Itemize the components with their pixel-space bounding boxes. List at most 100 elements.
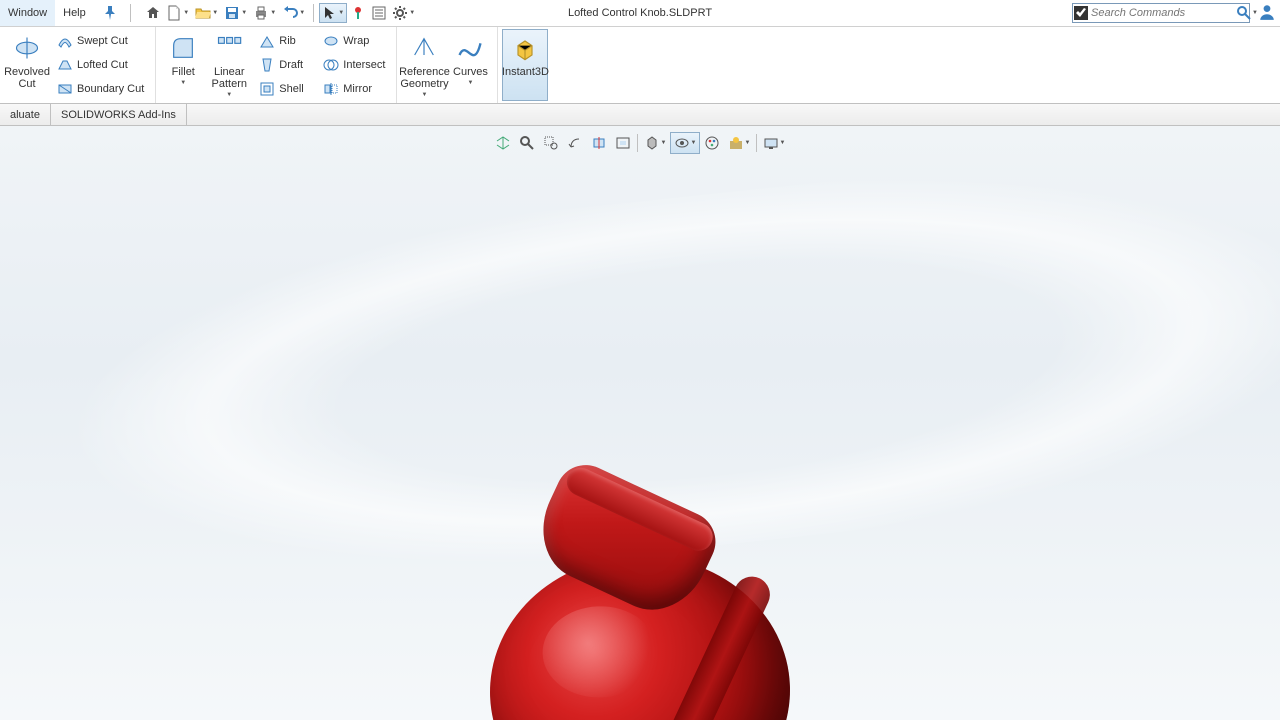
view-settings-icon xyxy=(763,135,779,151)
select-button[interactable]: ▼ xyxy=(319,3,347,23)
lofted-cut-icon xyxy=(57,57,73,73)
menu-help[interactable]: Help xyxy=(55,0,94,26)
new-document-button[interactable]: ▼ xyxy=(164,3,192,23)
draft-button[interactable]: Draft xyxy=(254,54,314,76)
new-document-icon xyxy=(166,5,182,21)
chevron-down-icon: ▼ xyxy=(226,92,232,99)
instant3d-button[interactable]: Instant3D xyxy=(502,29,548,101)
swept-cut-button[interactable]: Swept Cut xyxy=(52,30,149,52)
undo-icon xyxy=(282,5,298,21)
chevron-down-icon: ▼ xyxy=(745,140,751,146)
divider xyxy=(756,134,757,152)
tab-evaluate[interactable]: aluate xyxy=(0,104,51,125)
zoom-to-area-button[interactable] xyxy=(539,132,563,154)
scene-icon xyxy=(728,135,744,151)
chevron-down-icon: ▼ xyxy=(780,140,786,146)
display-style-button[interactable]: ▼ xyxy=(640,132,670,154)
chevron-down-icon: ▼ xyxy=(241,10,247,16)
edit-appearance-button[interactable] xyxy=(700,132,724,154)
chevron-down-icon: ▼ xyxy=(421,92,427,99)
shell-icon xyxy=(259,81,275,97)
save-button[interactable]: ▼ xyxy=(222,3,250,23)
search-input[interactable] xyxy=(1089,4,1236,22)
swept-cut-icon xyxy=(57,33,73,49)
cursor-icon xyxy=(321,5,337,21)
lofted-cut-button[interactable]: Lofted Cut xyxy=(52,54,149,76)
command-manager-tabs: aluate SOLIDWORKS Add-Ins xyxy=(0,104,1280,126)
chevron-down-icon: ▼ xyxy=(183,10,189,16)
quick-access-toolbar: ▼ ▼ ▼ ▼ ▼ ▼ xyxy=(135,0,418,26)
document-title: Lofted Control Knob.SLDPRT xyxy=(568,7,712,19)
curves-icon xyxy=(456,34,484,62)
rib-button[interactable]: Rib xyxy=(254,30,314,52)
linear-pattern-button[interactable]: Linear Pattern ▼ xyxy=(206,29,252,101)
open-button[interactable]: ▼ xyxy=(193,3,221,23)
user-icon xyxy=(1258,3,1276,21)
boundary-cut-button[interactable]: Boundary Cut xyxy=(52,78,149,100)
magnifier-icon xyxy=(519,135,535,151)
menu-window[interactable]: Window xyxy=(0,0,55,26)
boundary-cut-icon xyxy=(57,81,73,97)
fillet-icon xyxy=(169,34,197,62)
rebuild-icon xyxy=(350,5,366,21)
chevron-down-icon: ▼ xyxy=(338,10,344,16)
search-button[interactable] xyxy=(1236,5,1252,21)
tab-solidworks-addins[interactable]: SOLIDWORKS Add-Ins xyxy=(51,104,187,125)
search-scope-icon xyxy=(1073,4,1089,22)
view-orientation-icon xyxy=(495,135,511,151)
annotation-views-icon xyxy=(615,135,631,151)
shell-button[interactable]: Shell xyxy=(254,78,314,100)
chevron-down-icon: ▼ xyxy=(270,10,276,16)
chevron-down-icon: ▼ xyxy=(691,140,697,146)
menu-bar: Window Help ▼ ▼ ▼ ▼ xyxy=(0,0,1280,27)
rebuild-button[interactable] xyxy=(348,3,368,23)
revolved-cut-icon xyxy=(13,34,41,62)
undo-button[interactable]: ▼ xyxy=(280,3,308,23)
search-commands-box[interactable]: ▼ xyxy=(1072,3,1250,23)
instant3d-icon xyxy=(511,34,539,62)
zoom-area-icon xyxy=(543,135,559,151)
apply-scene-button[interactable]: ▼ xyxy=(724,132,754,154)
login-button[interactable] xyxy=(1254,3,1276,24)
mirror-icon xyxy=(323,81,339,97)
view-settings-button[interactable]: ▼ xyxy=(759,132,789,154)
divider xyxy=(130,4,131,22)
view-orientation-button[interactable] xyxy=(491,132,515,154)
section-view-button[interactable] xyxy=(587,132,611,154)
intersect-icon xyxy=(323,57,339,73)
pin-menu-button[interactable] xyxy=(94,0,126,26)
options-button[interactable]: ▼ xyxy=(390,3,418,23)
hide-show-icon xyxy=(674,135,690,151)
open-folder-icon xyxy=(195,5,211,21)
heads-up-view-toolbar: ▼ ▼ ▼ ▼ xyxy=(491,132,789,154)
previous-view-button[interactable] xyxy=(563,132,587,154)
dynamic-annotation-button[interactable] xyxy=(611,132,635,154)
fillet-button[interactable]: Fillet ▼ xyxy=(160,29,206,101)
mirror-button[interactable]: Mirror xyxy=(318,78,390,100)
linear-pattern-icon xyxy=(215,34,243,62)
hide-show-items-button[interactable]: ▼ xyxy=(670,132,700,154)
save-icon xyxy=(224,5,240,21)
pin-icon xyxy=(102,5,118,21)
rib-icon xyxy=(259,33,275,49)
draft-icon xyxy=(259,57,275,73)
chevron-down-icon: ▼ xyxy=(661,140,667,146)
chevron-down-icon: ▼ xyxy=(212,10,218,16)
curves-button[interactable]: Curves ▼ xyxy=(447,29,493,101)
divider xyxy=(313,4,314,22)
intersect-button[interactable]: Intersect xyxy=(318,54,390,76)
gear-icon xyxy=(392,5,408,21)
home-button[interactable] xyxy=(143,3,163,23)
divider xyxy=(637,134,638,152)
reference-geometry-button[interactable]: Reference Geometry ▼ xyxy=(401,29,447,101)
chevron-down-icon: ▼ xyxy=(467,80,473,87)
file-properties-button[interactable] xyxy=(369,3,389,23)
wrap-icon xyxy=(323,33,339,49)
revolved-cut-button[interactable]: Revolved Cut xyxy=(4,29,50,101)
wrap-button[interactable]: Wrap xyxy=(318,30,390,52)
graphics-viewport[interactable]: ▼ ▼ ▼ ▼ xyxy=(0,126,1280,720)
zoom-to-fit-button[interactable] xyxy=(515,132,539,154)
print-button[interactable]: ▼ xyxy=(251,3,279,23)
magnifier-icon xyxy=(1236,5,1252,21)
command-manager-ribbon: Revolved Cut Swept Cut Lofted Cut Bounda… xyxy=(0,27,1280,104)
